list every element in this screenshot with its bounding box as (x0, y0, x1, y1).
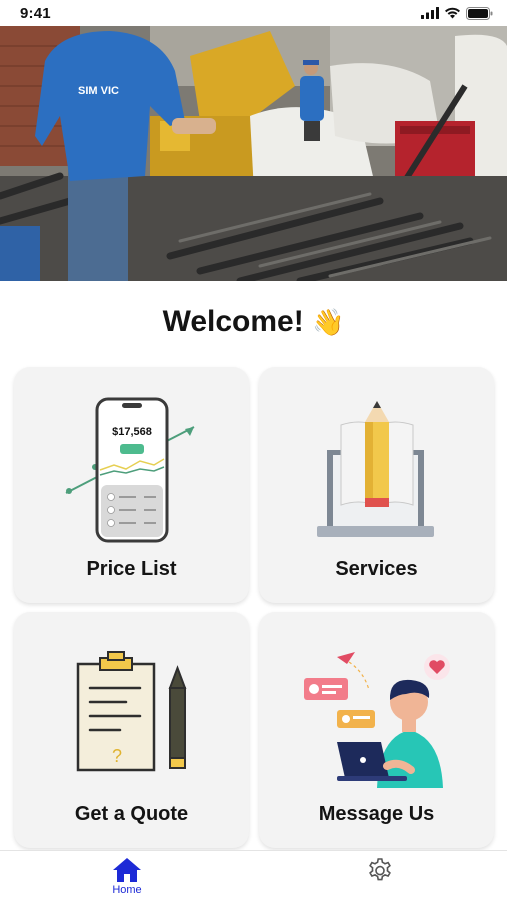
hero-image: SIM VIC (0, 26, 507, 281)
welcome-title: Welcome! (162, 305, 304, 338)
get-a-quote-label: Get a Quote (74, 803, 189, 825)
tab-home-label: Home (112, 884, 142, 896)
person-laptop-chat-icon (304, 652, 450, 788)
status-icons (421, 6, 493, 20)
laptop-book-pencil-icon (317, 401, 434, 537)
status-time: 9:41 (20, 4, 51, 22)
get-a-quote-card[interactable]: ? Get a Quote (14, 612, 249, 848)
tab-home[interactable]: Home (77, 851, 177, 900)
price-list-card[interactable]: $17,568 Price List (14, 367, 249, 603)
battery-icon (466, 6, 493, 20)
welcome-heading: Welcome! 👋 (0, 305, 507, 339)
svg-text:?: ? (112, 746, 122, 766)
message-us-label: Message Us (318, 803, 435, 825)
signal-icon (421, 7, 439, 19)
clipboard-pencil-icon: ? (76, 651, 187, 772)
services-label: Services (335, 558, 418, 580)
price-list-label: Price List (86, 558, 177, 580)
bottom-tab-bar: Home (0, 850, 507, 900)
services-card[interactable]: Services (259, 367, 494, 603)
message-us-card[interactable]: Message Us (259, 612, 494, 848)
gear-icon (369, 858, 391, 881)
status-bar: 9:41 (0, 0, 507, 26)
tab-settings[interactable] (330, 851, 430, 900)
shirt-text: SIM VIC (78, 85, 119, 97)
waving-hand-icon: 👋 (312, 308, 345, 338)
wifi-icon (445, 7, 460, 19)
phone-price: $17,568 (112, 426, 152, 438)
home-icon (113, 858, 141, 882)
phone-price-chart-icon: $17,568 (65, 397, 195, 543)
